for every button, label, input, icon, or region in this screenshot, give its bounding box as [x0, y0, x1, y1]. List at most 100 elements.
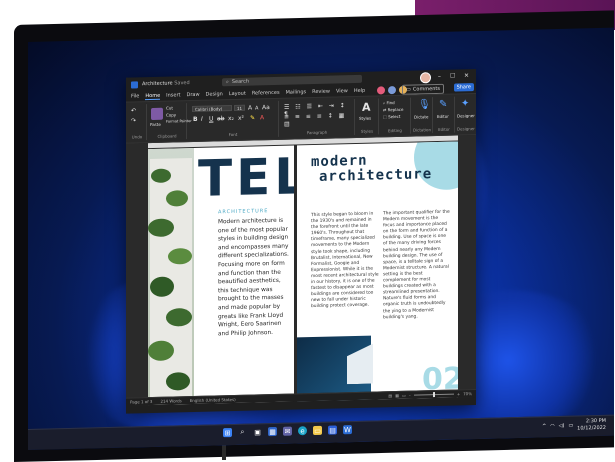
section-label: ARCHITECTURE: [218, 208, 269, 216]
tab-layout[interactable]: Layout: [229, 91, 246, 97]
undo-button[interactable]: ↶: [131, 107, 136, 114]
font-name-select[interactable]: Calibri (Body): [192, 105, 232, 112]
font-color-icon[interactable]: A: [260, 114, 264, 121]
dictation-group: 🎙 Dictate Dictation: [412, 97, 433, 134]
share-button[interactable]: Share: [453, 83, 474, 92]
share-label: Share: [456, 84, 471, 91]
store-icon[interactable]: ▤: [328, 425, 337, 435]
tab-file[interactable]: File: [131, 93, 139, 99]
designer-label: Designer: [457, 126, 475, 132]
undo-label: Undo: [131, 134, 143, 140]
maximize-button[interactable]: ☐: [450, 73, 455, 80]
search-box[interactable]: ⌕ Search: [222, 74, 362, 87]
title-line-2: architecture: [319, 166, 433, 185]
paragraph-label: Paragraph: [306, 129, 328, 136]
zoom-slider[interactable]: [413, 392, 454, 398]
tab-design[interactable]: Design: [206, 91, 223, 97]
editing-group: ⌕ Find ⇄ Replace ⬚ Select Editing: [380, 97, 411, 135]
grow-font-button[interactable]: A: [248, 105, 252, 112]
underline-button[interactable]: U: [209, 115, 213, 122]
superscript-button[interactable]: x²: [238, 115, 244, 122]
editor-group: ✎ Editor Editor: [434, 96, 455, 134]
page-right[interactable]: modern architecture This style began to …: [297, 141, 458, 402]
editor-icon[interactable]: ✎: [439, 99, 447, 110]
cut-button[interactable]: Cut: [166, 105, 173, 110]
search-icon[interactable]: ⌕: [238, 428, 247, 437]
save-state: Saved: [174, 80, 190, 87]
document-canvas[interactable]: TELL ARCHITECTURE Modern architecture is…: [126, 135, 476, 406]
comments-label: Comments: [412, 85, 440, 93]
tab-references[interactable]: References: [252, 90, 280, 97]
designer-button[interactable]: Designer: [457, 113, 475, 118]
chat-icon[interactable]: ✉: [283, 426, 292, 436]
bold-button[interactable]: B: [193, 116, 198, 123]
paste-icon[interactable]: [151, 107, 163, 120]
word-app-icon: [131, 80, 138, 88]
shrink-font-button[interactable]: A: [255, 105, 258, 111]
left-body-text: Modern architecture is one of the most p…: [218, 217, 289, 338]
zoom-percent[interactable]: 70%: [463, 391, 472, 396]
word-icon[interactable]: W: [343, 425, 352, 435]
zoom-control: ▤ ▦ ▭ – + 70%: [388, 391, 472, 398]
system-tray: ^ ◠ ◁) ▭ 2:30 PM 10/12/2022: [542, 418, 606, 434]
building-photo: [148, 147, 194, 406]
wifi-icon[interactable]: ◠: [550, 423, 554, 429]
dictate-button[interactable]: Dictate: [414, 114, 428, 119]
italic-button[interactable]: I: [201, 116, 203, 123]
styles-button[interactable]: Styles: [359, 116, 371, 121]
word-count[interactable]: 214 Words: [160, 398, 181, 404]
designer-group: ✦ Designer Designer: [456, 96, 476, 132]
highlight-icon[interactable]: ✎: [250, 114, 255, 121]
tab-view[interactable]: View: [336, 88, 348, 94]
web-layout-icon[interactable]: ▭: [402, 393, 406, 398]
zoom-slider-knob[interactable]: [432, 392, 435, 398]
page-title: modern architecture: [311, 152, 432, 185]
tab-help[interactable]: Help: [354, 88, 365, 94]
volume-icon[interactable]: ◁): [559, 423, 565, 429]
dictation-label: Dictation: [412, 127, 432, 133]
redo-button[interactable]: ↷: [131, 117, 136, 124]
clipboard-label: Clipboard: [157, 133, 177, 139]
task-view-icon[interactable]: ▣: [253, 427, 262, 436]
tab-mailings[interactable]: Mailings: [286, 89, 307, 96]
minimize-button[interactable]: –: [438, 73, 441, 80]
replace-label: Replace: [387, 106, 404, 113]
page-count[interactable]: Page 1 of 3: [130, 399, 152, 405]
clock[interactable]: 2:30 PM 10/12/2022: [577, 418, 606, 433]
copy-button[interactable]: Copy: [166, 112, 176, 117]
windows-icon[interactable]: ⊞: [223, 428, 232, 438]
editor-button[interactable]: Editor: [437, 114, 449, 119]
language-indicator[interactable]: English (United States): [190, 397, 236, 403]
tab-draw[interactable]: Draw: [186, 92, 199, 98]
subscript-button[interactable]: x₂: [228, 115, 234, 122]
print-layout-icon[interactable]: ▦: [395, 393, 399, 398]
close-button[interactable]: ✕: [464, 72, 469, 79]
edge-icon[interactable]: e: [298, 426, 307, 436]
zoom-in-button[interactable]: +: [457, 391, 460, 396]
microphone-icon[interactable]: 🎙: [418, 99, 431, 110]
strikethrough-button[interactable]: ab: [217, 115, 225, 122]
tab-review[interactable]: Review: [312, 89, 330, 95]
replace-button[interactable]: ⇄ Replace: [383, 107, 403, 112]
collaborator-avatar: [387, 84, 397, 96]
styles-group: A Styles Styles: [356, 98, 379, 135]
select-button[interactable]: ⬚ Select: [383, 114, 400, 119]
designer-icon[interactable]: ✦: [461, 98, 469, 109]
read-mode-icon[interactable]: ▤: [388, 393, 392, 398]
page-left[interactable]: TELL ARCHITECTURE Modern architecture is…: [148, 145, 294, 406]
chevron-up-icon[interactable]: ^: [542, 423, 546, 429]
find-label: Find: [386, 100, 395, 106]
styles-icon[interactable]: A: [362, 101, 371, 114]
clipboard-group: Cut Copy Format Painter Paste Clipboard: [148, 103, 192, 141]
zoom-out-button[interactable]: –: [409, 393, 411, 398]
user-avatar[interactable]: [420, 72, 431, 84]
find-button[interactable]: ⌕ Find: [383, 100, 395, 105]
file-explorer-icon[interactable]: ▭: [313, 425, 322, 436]
battery-icon[interactable]: ▭: [568, 423, 573, 429]
align-icons[interactable]: ≡ ≡ ≡ ≡ ↕ ▦ ▤: [284, 112, 354, 128]
font-size-select[interactable]: 11: [234, 104, 245, 111]
tab-home[interactable]: Home: [145, 92, 161, 100]
widgets-icon[interactable]: ▦: [268, 426, 277, 437]
change-case-button[interactable]: Aa: [262, 104, 270, 111]
tab-insert[interactable]: Insert: [166, 92, 180, 98]
